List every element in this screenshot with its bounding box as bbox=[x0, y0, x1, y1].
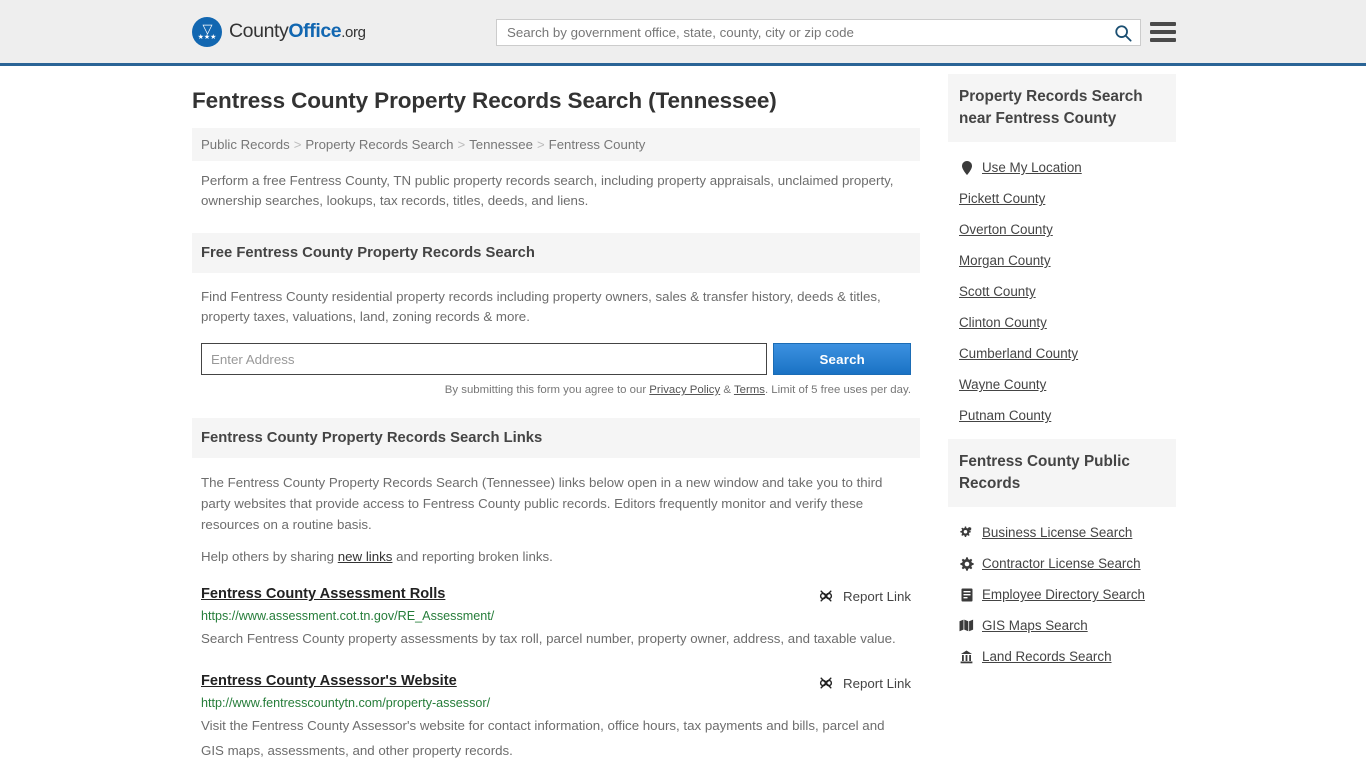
logo-text-part2: Office bbox=[288, 20, 342, 42]
result-url: http://www.fentresscountytn.com/property… bbox=[201, 696, 491, 710]
result-item: Fentress County Assessment Rolls Report … bbox=[196, 586, 916, 651]
report-link-button[interactable]: Report Link bbox=[818, 673, 911, 691]
book-icon bbox=[959, 588, 974, 602]
sidebar-item-label[interactable]: Pickett County bbox=[959, 191, 1045, 206]
breadcrumb-separator: > bbox=[457, 137, 466, 152]
report-link-label: Report Link bbox=[843, 675, 911, 691]
sidebar-item-label[interactable]: Use My Location bbox=[982, 160, 1082, 175]
form-legal-text: By submitting this form you agree to our… bbox=[196, 375, 916, 396]
sidebar-item-label[interactable]: Clinton County bbox=[959, 315, 1047, 330]
address-input[interactable] bbox=[201, 343, 768, 375]
result-header: Fentress County Assessment Rolls Report … bbox=[201, 586, 911, 604]
page-container: Fentress County Property Records Search … bbox=[0, 66, 1366, 768]
address-search-button[interactable]: Search bbox=[773, 343, 911, 375]
report-link-label: Report Link bbox=[843, 588, 911, 604]
sidebar-item-label[interactable]: GIS Maps Search bbox=[982, 618, 1088, 633]
sidebar-item-scott-county[interactable]: Scott County bbox=[948, 276, 1176, 307]
sidebar-item-gis-maps-search[interactable]: GIS Maps Search bbox=[948, 610, 1176, 641]
sidebar-nearby-panel: Property Records Search near Fentress Co… bbox=[948, 74, 1176, 431]
privacy-policy-link[interactable]: Privacy Policy bbox=[649, 384, 720, 396]
sidebar-item-clinton-county[interactable]: Clinton County bbox=[948, 307, 1176, 338]
sidebar-item-wayne-county[interactable]: Wayne County bbox=[948, 369, 1176, 400]
sidebar-item-business-license-search[interactable]: Business License Search bbox=[948, 517, 1176, 548]
sidebar-item-label[interactable]: Overton County bbox=[959, 222, 1053, 237]
page-intro-text: Perform a free Fentress County, TN publi… bbox=[201, 173, 894, 208]
site-logo[interactable]: ▽ ★★★ CountyOffice.org bbox=[192, 16, 366, 47]
result-url: https://www.assessment.cot.tn.gov/RE_Ass… bbox=[201, 609, 495, 623]
sidebar-item-cumberland-county[interactable]: Cumberland County bbox=[948, 338, 1176, 369]
site-header: ▽ ★★★ CountyOffice.org bbox=[0, 0, 1366, 66]
legal-suffix: . Limit of 5 free uses per day. bbox=[764, 384, 911, 396]
result-title-link[interactable]: Fentress County Assessor's Website bbox=[201, 673, 457, 689]
free-search-description: Find Fentress County residential propert… bbox=[201, 289, 881, 324]
map-pin-icon bbox=[959, 160, 974, 175]
logo-text-part3: .org bbox=[341, 24, 366, 41]
free-search-panel: Find Fentress County residential propert… bbox=[192, 273, 920, 396]
legal-amp: & bbox=[720, 384, 734, 396]
breadcrumb-separator: > bbox=[293, 137, 302, 152]
hamburger-menu-icon[interactable] bbox=[1150, 20, 1176, 44]
sidebar-item-label[interactable]: Cumberland County bbox=[959, 346, 1078, 361]
help-suffix: and reporting broken links. bbox=[392, 549, 553, 564]
terms-link[interactable]: Terms bbox=[734, 384, 765, 396]
help-prefix: Help others by sharing bbox=[201, 549, 338, 564]
sidebar-item-overton-county[interactable]: Overton County bbox=[948, 214, 1176, 245]
breadcrumb-item-property-records-search[interactable]: Property Records Search bbox=[305, 137, 453, 152]
sidebar-item-label[interactable]: Wayne County bbox=[959, 377, 1046, 392]
address-search-form: Search bbox=[196, 343, 916, 375]
breadcrumb-item-fentress-county[interactable]: Fentress County bbox=[549, 137, 646, 152]
sidebar-nearby-heading: Property Records Search near Fentress Co… bbox=[948, 74, 1176, 142]
logo-text: CountyOffice.org bbox=[229, 20, 366, 43]
unlink-icon bbox=[818, 675, 834, 691]
sidebar-item-label[interactable]: Business License Search bbox=[982, 525, 1132, 540]
landmark-icon bbox=[959, 650, 974, 664]
result-title-link[interactable]: Fentress County Assessment Rolls bbox=[201, 586, 445, 602]
links-section-description: The Fentress County Property Records Sea… bbox=[201, 475, 883, 532]
free-search-heading: Free Fentress County Property Records Se… bbox=[192, 233, 920, 273]
new-links-link[interactable]: new links bbox=[338, 549, 393, 564]
page-title: Fentress County Property Records Search … bbox=[192, 88, 777, 113]
gear-icon bbox=[959, 556, 974, 571]
links-section-panel: The Fentress County Property Records Sea… bbox=[192, 458, 920, 763]
sidebar-item-employee-directory-search[interactable]: Employee Directory Search bbox=[948, 579, 1176, 610]
eagle-shield-logo-icon: ▽ ★★★ bbox=[192, 16, 222, 47]
sidebar-item-label[interactable]: Morgan County bbox=[959, 253, 1051, 268]
sidebar-item-label[interactable]: Land Records Search bbox=[982, 649, 1112, 664]
result-item: Fentress County Assessor's Website Repor… bbox=[196, 673, 916, 763]
sidebar-item-pickett-county[interactable]: Pickett County bbox=[948, 183, 1176, 214]
links-section-heading: Fentress County Property Records Search … bbox=[192, 418, 920, 458]
search-icon[interactable] bbox=[1106, 20, 1140, 45]
header-search-bar[interactable] bbox=[496, 19, 1141, 46]
main-content: Fentress County Property Records Search … bbox=[192, 66, 920, 768]
sidebar-item-morgan-county[interactable]: Morgan County bbox=[948, 245, 1176, 276]
sidebar-item-label[interactable]: Contractor License Search bbox=[982, 556, 1141, 571]
map-icon bbox=[959, 619, 974, 632]
result-description: Search Fentress County property assessme… bbox=[201, 631, 896, 646]
sidebar: Property Records Search near Fentress Co… bbox=[948, 66, 1176, 768]
sidebar-public-records-panel: Fentress County Public Records Business … bbox=[948, 439, 1176, 672]
sidebar-item-label[interactable]: Putnam County bbox=[959, 408, 1051, 423]
legal-prefix: By submitting this form you agree to our bbox=[444, 384, 650, 396]
sidebar-item-land-records-search[interactable]: Land Records Search bbox=[948, 641, 1176, 672]
sidebar-public-records-heading: Fentress County Public Records bbox=[948, 439, 1176, 507]
breadcrumb-item-public-records[interactable]: Public Records bbox=[201, 137, 290, 152]
result-description: Visit the Fentress County Assessor's web… bbox=[201, 718, 885, 758]
sidebar-item-contractor-license-search[interactable]: Contractor License Search bbox=[948, 548, 1176, 579]
gears-icon bbox=[959, 526, 974, 539]
breadcrumb-separator: > bbox=[536, 137, 545, 152]
sidebar-item-use-my-location[interactable]: Use My Location bbox=[948, 152, 1176, 183]
breadcrumb-item-tennessee[interactable]: Tennessee bbox=[469, 137, 533, 152]
sidebar-public-records-list: Business License Search Contractor Licen… bbox=[948, 507, 1176, 672]
unlink-icon bbox=[818, 588, 834, 604]
report-link-button[interactable]: Report Link bbox=[818, 586, 911, 604]
result-header: Fentress County Assessor's Website Repor… bbox=[201, 673, 911, 691]
sidebar-item-putnam-county[interactable]: Putnam County bbox=[948, 400, 1176, 431]
logo-text-part1: County bbox=[229, 20, 289, 42]
sidebar-item-label[interactable]: Employee Directory Search bbox=[982, 587, 1145, 602]
sidebar-nearby-list: Use My Location Pickett County Overton C… bbox=[948, 142, 1176, 431]
search-input[interactable] bbox=[497, 25, 1106, 40]
links-help-text: Help others by sharing new links and rep… bbox=[196, 549, 916, 564]
breadcrumb: Public Records > Property Records Search > T… bbox=[192, 128, 920, 161]
sidebar-item-label[interactable]: Scott County bbox=[959, 284, 1036, 299]
